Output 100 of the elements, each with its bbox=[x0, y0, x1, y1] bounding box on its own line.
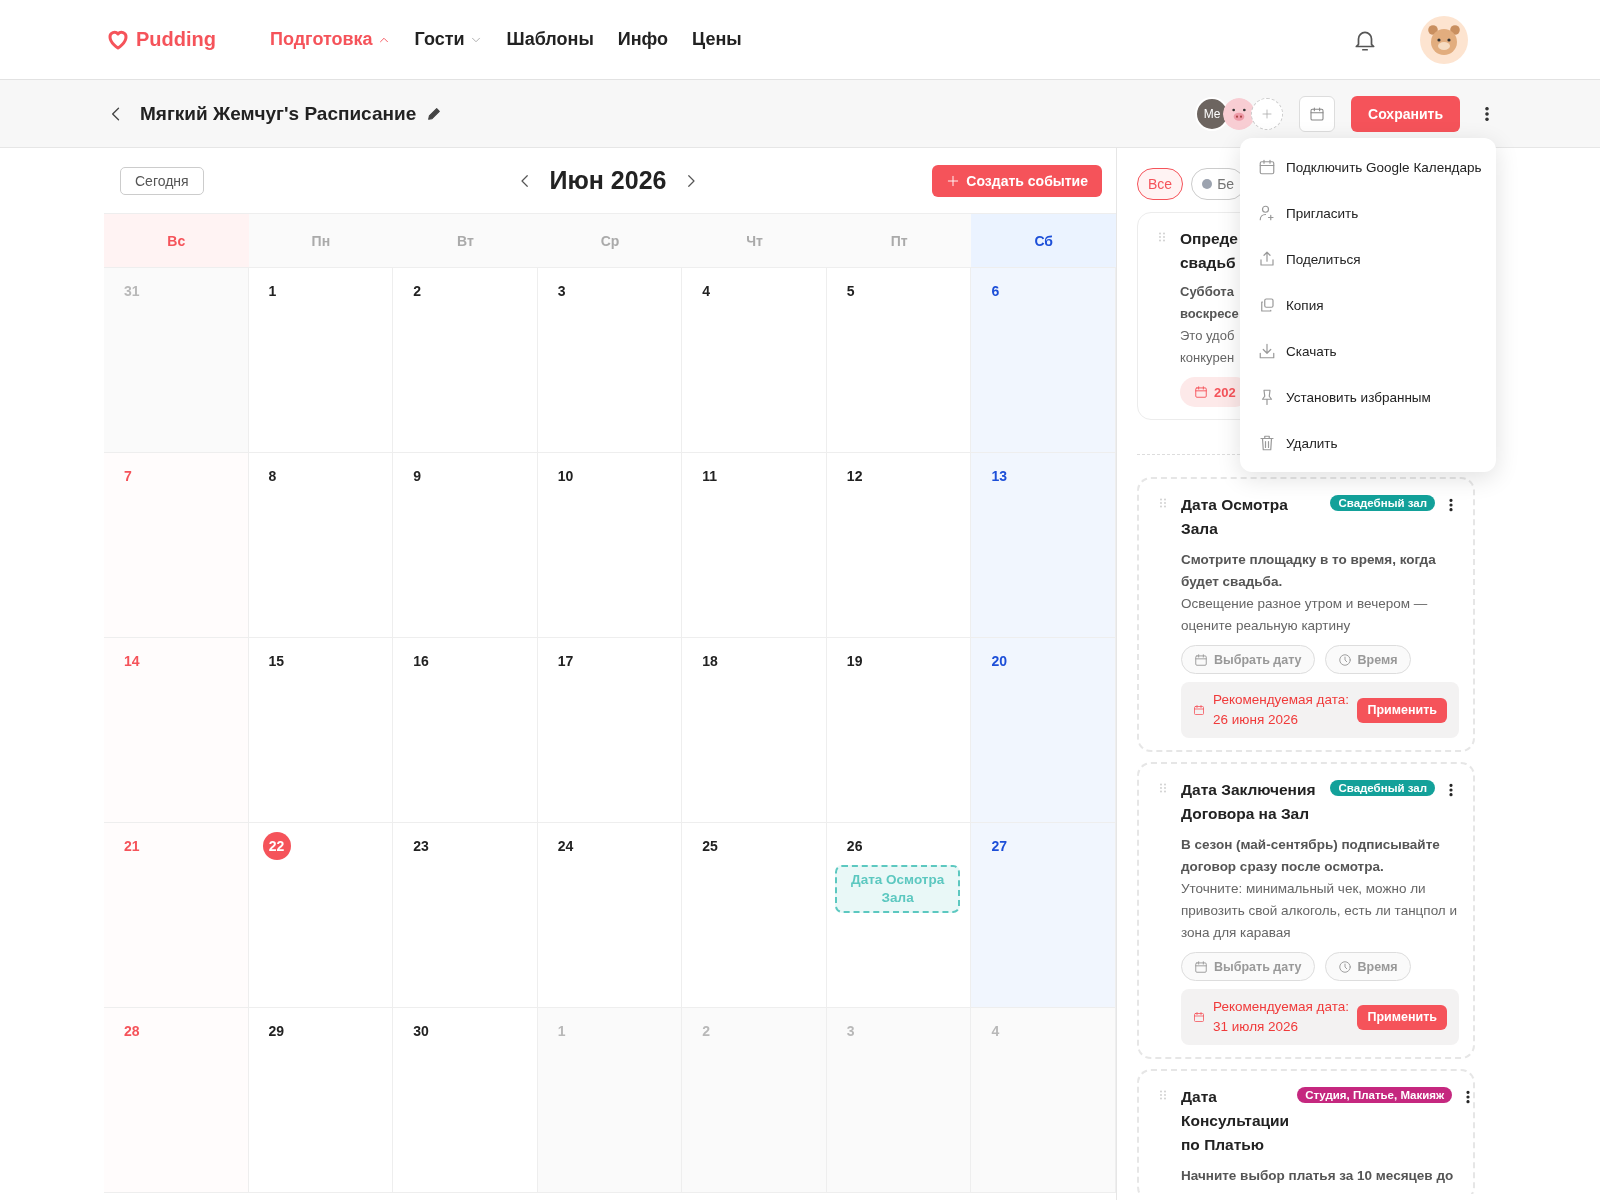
download-icon bbox=[1258, 342, 1276, 360]
weekday-header: Сб bbox=[971, 214, 1116, 268]
day-cell[interactable]: 9 bbox=[393, 453, 538, 638]
day-cell[interactable]: 24 bbox=[537, 823, 683, 1008]
day-number: 16 bbox=[413, 652, 429, 670]
day-number: 8 bbox=[268, 467, 277, 485]
day-number: 12 bbox=[846, 467, 863, 485]
day-cell[interactable]: 30 bbox=[393, 1008, 538, 1193]
day-number: 18 bbox=[702, 652, 718, 670]
today-button[interactable]: Сегодня bbox=[120, 166, 204, 195]
day-number: 1 bbox=[557, 1022, 566, 1040]
month-title: Июн 2026 bbox=[549, 166, 667, 195]
day-number: 10 bbox=[557, 467, 574, 485]
task-description: Начните выбор платья за 10 месяцев до bbox=[1181, 1167, 1455, 1185]
category-tag: Свадебный зал bbox=[1330, 780, 1435, 796]
day-cell[interactable]: 13 bbox=[971, 453, 1116, 638]
day-cell[interactable]: 6 bbox=[971, 268, 1116, 453]
weekday-header: Пт bbox=[826, 214, 972, 268]
day-number: 27 bbox=[991, 837, 1007, 855]
suggestion-label: Рекомендуемая дата: bbox=[1213, 998, 1350, 1016]
day-cell[interactable]: 18 bbox=[682, 638, 827, 823]
day-cell[interactable]: 25 bbox=[682, 823, 827, 1008]
nav-link[interactable]: Шаблоны bbox=[506, 29, 594, 50]
share-icon bbox=[1258, 250, 1276, 268]
day-number: 14 bbox=[124, 652, 140, 670]
day-number: 9 bbox=[413, 467, 421, 485]
day-cell[interactable]: 3 bbox=[537, 268, 683, 453]
menu-item[interactable]: Удалить bbox=[1240, 420, 1496, 466]
suggested-date: 26 июня 2026 bbox=[1213, 711, 1299, 729]
day-cell[interactable]: 20 bbox=[971, 638, 1116, 823]
menu-item[interactable]: Скачать bbox=[1240, 328, 1496, 374]
bear-avatar[interactable] bbox=[1420, 15, 1468, 64]
schedule-title: Мягкий Жемчуг's Расписание bbox=[140, 102, 417, 125]
day-number: 29 bbox=[268, 1022, 285, 1040]
drag-handle-icon[interactable] bbox=[1157, 781, 1169, 795]
nav-link[interactable]: Цены bbox=[692, 29, 742, 50]
day-cell[interactable]: 1 bbox=[248, 268, 394, 453]
add-person-icon bbox=[1258, 204, 1276, 222]
day-cell[interactable]: 23 bbox=[393, 823, 538, 1008]
drag-handle-icon[interactable] bbox=[1156, 230, 1168, 244]
day-number: 3 bbox=[846, 1022, 855, 1040]
weekday-header: Вс bbox=[104, 214, 249, 268]
day-cell[interactable]: 26 Дата Осмотра Зала bbox=[826, 823, 972, 1008]
calendar-icon bbox=[1258, 158, 1276, 176]
trash-icon bbox=[1258, 434, 1276, 452]
task-description: В сезон (май-сентябрь) подписывайте договор сразу после осмотра. bbox=[1181, 836, 1441, 876]
task-note: Освещение разное утром и вечером — оцените реальную картину bbox=[1181, 595, 1429, 635]
edit-icon[interactable] bbox=[426, 105, 443, 122]
weekday-header: Ср bbox=[537, 214, 683, 268]
day-number: 19 bbox=[846, 652, 863, 670]
day-cell[interactable]: 17 bbox=[537, 638, 683, 823]
day-number: 2 bbox=[413, 282, 421, 300]
day-number: 7 bbox=[124, 467, 132, 485]
day-cell[interactable]: 2 bbox=[393, 268, 538, 453]
nav-link[interactable]: Инфо bbox=[617, 29, 669, 50]
day-cell[interactable]: 4 bbox=[682, 268, 827, 453]
calendar-icon bbox=[1194, 652, 1208, 667]
category-tag: Свадебный зал bbox=[1330, 495, 1435, 511]
clock-icon bbox=[1337, 652, 1352, 667]
task-title: Дата Консультации по Платью bbox=[1181, 1087, 1290, 1155]
clock-icon bbox=[1337, 959, 1352, 974]
day-number: 15 bbox=[268, 652, 285, 670]
copy-icon bbox=[1258, 296, 1276, 314]
day-number: 11 bbox=[702, 467, 718, 485]
day-cell[interactable]: 11 bbox=[682, 453, 827, 638]
calendar-icon bbox=[1194, 385, 1208, 399]
day-cell[interactable]: 8 bbox=[248, 453, 394, 638]
day-cell[interactable]: 27 bbox=[971, 823, 1116, 1008]
day-cell[interactable]: 19 bbox=[826, 638, 972, 823]
day-cell[interactable]: 16 bbox=[393, 638, 538, 823]
day-number: 1 bbox=[268, 282, 277, 300]
day-number: 31 bbox=[124, 282, 140, 300]
task-note: Это удоб конкурен bbox=[1180, 327, 1235, 367]
menu-item[interactable]: Поделиться bbox=[1240, 236, 1496, 282]
day-number: 4 bbox=[702, 282, 711, 300]
day-number: 22 bbox=[262, 832, 291, 860]
day-number: 13 bbox=[991, 467, 1007, 485]
day-number: 3 bbox=[557, 282, 566, 300]
day-cell[interactable]: 12 bbox=[826, 453, 972, 638]
day-cell[interactable]: 5 bbox=[826, 268, 972, 453]
day-number: 4 bbox=[991, 1022, 1000, 1040]
suggested-date: 31 июля 2026 bbox=[1213, 1018, 1300, 1036]
weekday-header: Чт bbox=[682, 214, 827, 268]
plus-icon bbox=[946, 173, 961, 188]
day-number: 25 bbox=[702, 837, 718, 855]
menu-item[interactable]: Копия bbox=[1240, 282, 1496, 328]
day-cell[interactable]: 29 bbox=[248, 1008, 394, 1193]
weekday-header: Вт bbox=[393, 214, 538, 268]
task-description: Суббота воскресе bbox=[1180, 283, 1239, 323]
calendar-icon bbox=[1309, 105, 1326, 122]
day-cell[interactable]: 10 bbox=[537, 453, 683, 638]
day-number: 17 bbox=[557, 652, 574, 670]
drag-handle-icon[interactable] bbox=[1157, 1088, 1169, 1102]
day-number: 26 bbox=[846, 837, 863, 855]
day-number: 24 bbox=[557, 837, 574, 855]
nav-link[interactable]: Гости bbox=[414, 29, 483, 50]
drag-handle-icon[interactable] bbox=[1157, 496, 1169, 510]
day-cell[interactable]: 15 bbox=[248, 638, 394, 823]
weekday-header: Пн bbox=[248, 214, 394, 268]
day-number: 5 bbox=[846, 282, 855, 300]
